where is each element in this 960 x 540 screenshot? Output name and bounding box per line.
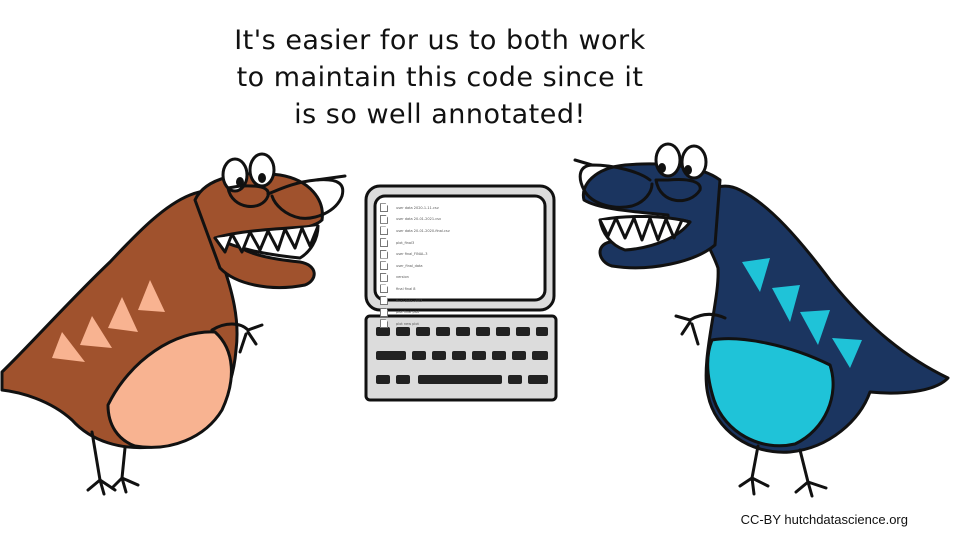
file-icon (380, 296, 388, 306)
file-icon (380, 203, 388, 213)
license-credit: CC-BY hutchdatascience.org (740, 512, 908, 527)
list-item: plot new plot (380, 318, 540, 330)
file-icon (380, 238, 388, 248)
file-name: final final 8 (396, 286, 416, 291)
screen-file-list: user data 2020-1-11.csv user data 20-01-… (380, 202, 540, 330)
navy-dinosaur (573, 142, 950, 498)
list-item: user final_FINAL-3 (380, 248, 540, 260)
file-icon (380, 214, 388, 224)
caption-line-2: to maintain this code since it (236, 62, 644, 93)
file-name: version (396, 275, 409, 280)
list-item: user data 20-01-2020-final.csv (380, 225, 540, 237)
file-name: final data v003 (396, 298, 423, 303)
list-item: plot final plot (380, 306, 540, 318)
file-name: plot final plot (396, 310, 420, 315)
list-item: final final 8 (380, 283, 540, 295)
file-icon (380, 272, 388, 282)
file-name: user data 2020-1-11.csv (396, 205, 439, 210)
file-icon (380, 226, 388, 236)
file-icon (380, 261, 388, 271)
file-icon (380, 249, 388, 259)
speech-caption: It's easier for us to both work to maint… (180, 22, 700, 133)
list-item: plot_final3 (380, 237, 540, 249)
file-name: user data 20-01-2021.csv (396, 217, 442, 222)
file-name: user final_FINAL-3 (396, 252, 428, 257)
list-item: final data v003 (380, 295, 540, 307)
list-item: version (380, 272, 540, 284)
file-name: plot_final3 (396, 240, 415, 245)
file-name: user_final_data (396, 263, 423, 268)
file-name: user data 20-01-2020-final.csv (396, 228, 450, 233)
list-item: user data 2020-1-11.csv (380, 202, 540, 214)
file-icon (380, 319, 388, 329)
file-name: plot new plot (396, 321, 419, 326)
caption-line-1: It's easier for us to both work (234, 25, 646, 56)
file-icon (380, 307, 388, 317)
list-item: user data 20-01-2021.csv (380, 214, 540, 226)
file-icon (380, 284, 388, 294)
brown-dinosaur (0, 152, 347, 496)
list-item: user_final_data (380, 260, 540, 272)
caption-line-3: is so well annotated! (294, 99, 586, 130)
